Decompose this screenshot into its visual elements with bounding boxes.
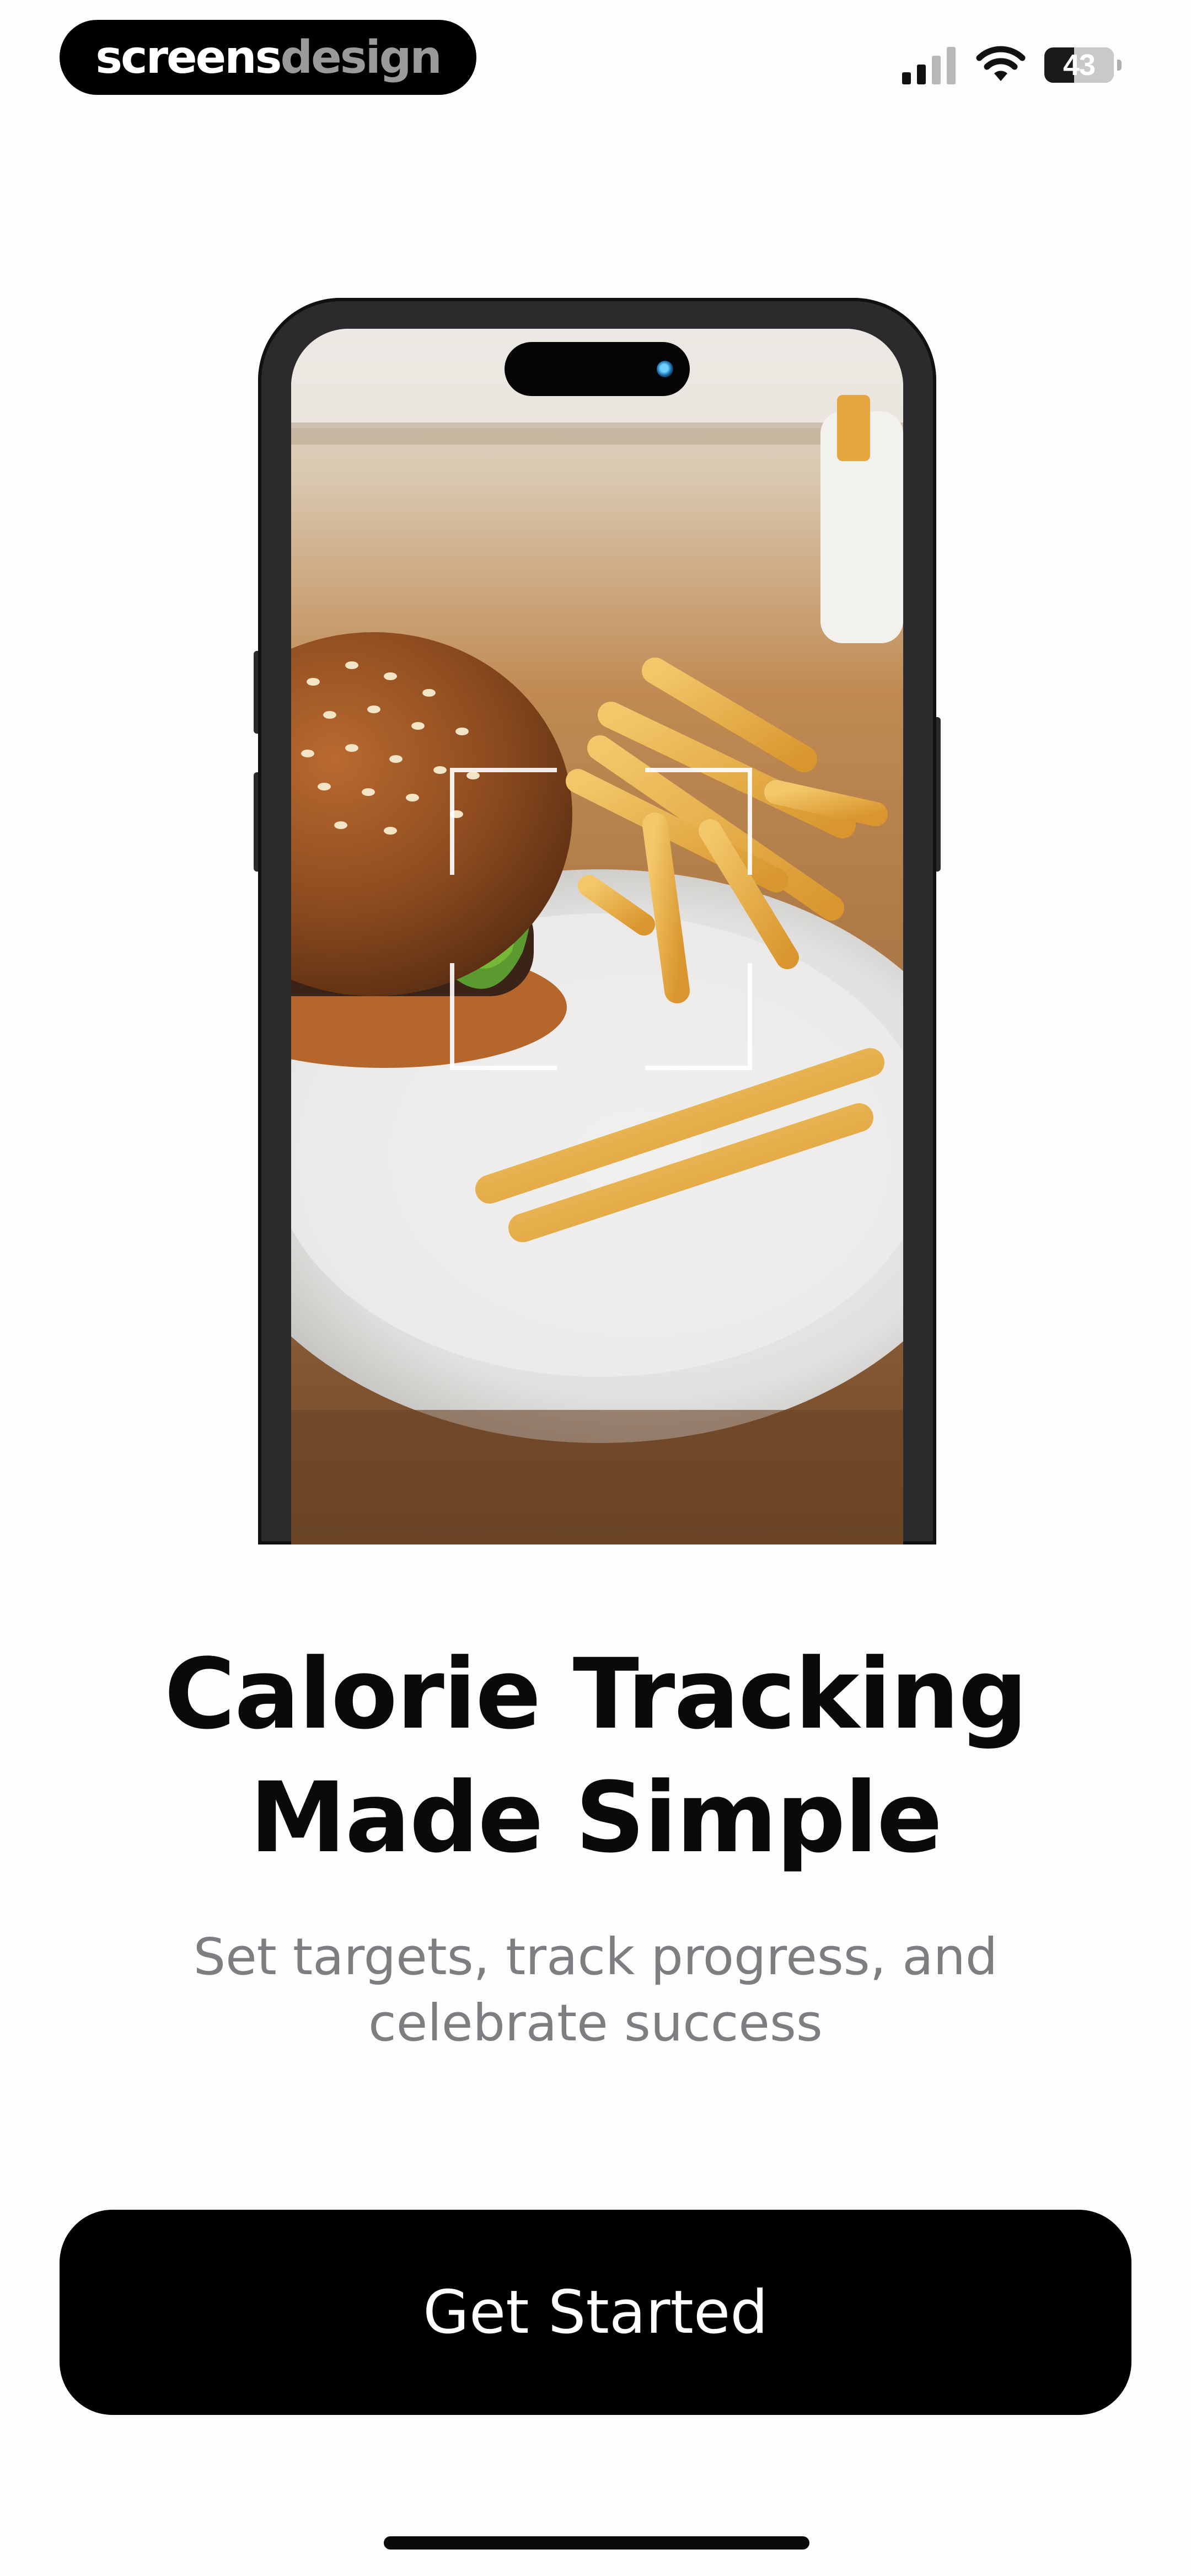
- scan-viewfinder-icon: [450, 768, 752, 1070]
- title-line-2: Made Simple: [249, 1761, 943, 1874]
- brand-logo: screens design: [60, 20, 476, 95]
- onboarding-title: Calorie Tracking Made Simple: [0, 1633, 1191, 1880]
- home-indicator[interactable]: [384, 2536, 809, 2550]
- brand-logo-part2: design: [280, 31, 442, 84]
- get-started-button[interactable]: Get Started: [60, 2210, 1131, 2415]
- wifi-icon: [976, 46, 1026, 81]
- status-indicators: 43: [902, 43, 1122, 87]
- subtitle-line-1: Set targets, track progress, and: [193, 1927, 998, 1986]
- cellular-signal-icon: [902, 47, 956, 84]
- subtitle-line-2: celebrate success: [368, 1994, 823, 2053]
- camera-lens-icon: [657, 361, 673, 377]
- onboarding-screen: screens design 43 Calorie Tracking Made …: [0, 0, 1191, 2576]
- onboarding-subtitle: Set targets, track progress, and celebra…: [0, 1924, 1191, 2056]
- phone-mockup: [258, 298, 936, 1544]
- dynamic-island: [505, 342, 690, 396]
- title-line-1: Calorie Tracking: [164, 1638, 1028, 1751]
- brand-logo-part1: screens: [95, 31, 282, 84]
- battery-icon: 43: [1044, 47, 1122, 83]
- phone-screen-photo: [291, 329, 903, 1544]
- battery-percent: 43: [1063, 49, 1096, 82]
